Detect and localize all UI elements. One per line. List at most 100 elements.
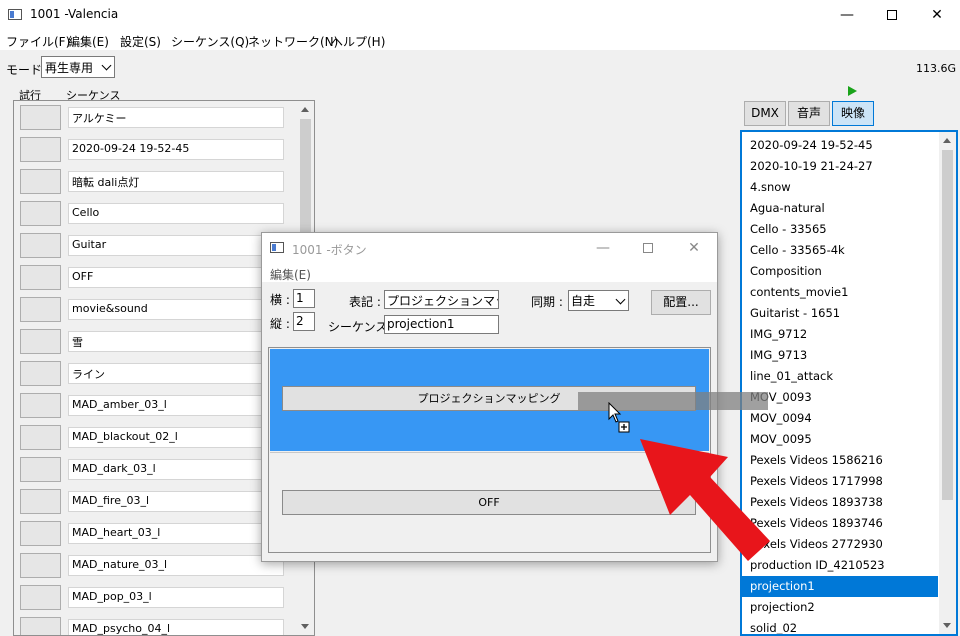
sequence-field[interactable]: MAD_psycho_04_l — [68, 619, 284, 635]
try-button[interactable] — [20, 361, 61, 386]
sequence-field[interactable]: Guitar — [68, 235, 284, 256]
list-item[interactable]: 2020-09-24 19-52-45 — [742, 135, 938, 156]
sequence-field[interactable]: MAD_blackout_02_l — [68, 427, 284, 448]
try-button[interactable] — [20, 201, 61, 226]
scroll-up-icon[interactable] — [301, 107, 309, 112]
try-button[interactable] — [20, 393, 61, 418]
sequence-field[interactable]: 雪 — [68, 331, 284, 352]
list-item: ライン — [18, 361, 293, 387]
list-item[interactable]: Guitarist - 1651 — [742, 303, 938, 324]
tab-video[interactable]: 映像 — [832, 101, 874, 126]
list-item[interactable]: IMG_9713 — [742, 345, 938, 366]
list-item[interactable]: Agua-natural — [742, 198, 938, 219]
try-button[interactable] — [20, 553, 61, 578]
list-item: MAD_pop_03_l — [18, 585, 293, 611]
layout-button[interactable]: 配置... — [651, 290, 711, 315]
try-button[interactable] — [20, 329, 61, 354]
try-button[interactable] — [20, 169, 61, 194]
sequence-field[interactable]: 暗転 dali点灯 — [68, 171, 284, 192]
storage-free: 113.6G — [915, 62, 956, 75]
try-button[interactable] — [20, 457, 61, 482]
scroll-up-icon[interactable] — [943, 138, 951, 143]
list-item: MAD_dark_03_l — [18, 457, 293, 483]
menu-edit[interactable]: 編集(E) — [68, 33, 109, 50]
close-button[interactable]: ✕ — [671, 233, 717, 263]
sync-select[interactable]: 自走 — [568, 290, 629, 311]
minimize-button[interactable]: — — [824, 0, 870, 30]
scroll-down-icon[interactable] — [301, 624, 309, 629]
sequence-field[interactable]: MAD_amber_03_l — [68, 395, 284, 416]
sequence-field[interactable]: アルケミー — [68, 107, 284, 128]
sequence-field[interactable]: Cello — [68, 203, 284, 224]
list-item-selected[interactable]: projection1 — [742, 576, 938, 597]
list-item[interactable]: Composition — [742, 261, 938, 282]
media-scrollbar[interactable] — [939, 132, 956, 634]
sequence-field[interactable]: ライン — [68, 363, 284, 384]
try-button[interactable] — [20, 617, 61, 635]
cols-field[interactable]: 1 — [293, 289, 315, 308]
maximize-button[interactable] — [869, 0, 915, 30]
display-label: 表記 : — [349, 295, 381, 309]
rows-field[interactable]: 2 — [293, 312, 315, 331]
scrollbar-thumb[interactable] — [942, 150, 953, 500]
maximize-icon — [643, 243, 653, 253]
try-button[interactable] — [20, 585, 61, 610]
list-item[interactable]: Cello - 33565-4k — [742, 240, 938, 261]
scrollbar-thumb[interactable] — [300, 119, 311, 239]
minimize-button[interactable]: — — [580, 233, 626, 263]
try-button[interactable] — [20, 233, 61, 258]
drag-ghost — [578, 392, 768, 410]
try-button[interactable] — [20, 265, 61, 290]
menu-edit[interactable]: 編集(E) — [270, 266, 311, 283]
tab-audio[interactable]: 音声 — [788, 101, 830, 126]
list-item: アルケミー — [18, 105, 293, 131]
sequence-field[interactable]: MAD_dark_03_l — [68, 459, 284, 480]
list-item[interactable]: contents_movie1 — [742, 282, 938, 303]
dialog-title: 1001 -ボタン — [292, 243, 367, 257]
list-item[interactable]: Cello - 33565 — [742, 219, 938, 240]
menu-network[interactable]: ネットワーク(N) — [248, 33, 338, 50]
list-item[interactable]: line_01_attack — [742, 366, 938, 387]
cols-label: 横 : — [270, 293, 290, 307]
mode-select[interactable]: 再生専用 — [41, 56, 115, 78]
list-item[interactable]: solid_02 — [742, 618, 938, 634]
sequence-field[interactable]: MAD_pop_03_l — [68, 587, 284, 608]
menu-sequence[interactable]: シーケンス(Q) — [171, 33, 249, 50]
try-button[interactable] — [20, 489, 61, 514]
cursor-icon — [608, 402, 630, 433]
app-icon — [270, 242, 284, 253]
sequence-field[interactable]: movie&sound — [68, 299, 284, 320]
play-icon — [848, 86, 857, 96]
sync-value: 自走 — [571, 294, 596, 308]
maximize-button[interactable] — [625, 233, 671, 263]
list-item: 2020-09-24 19-52-45 — [18, 137, 293, 163]
sequence-field[interactable]: OFF — [68, 267, 284, 288]
display-field[interactable]: プロジェクションマッピング — [384, 290, 499, 309]
sequence-field[interactable]: 2020-09-24 19-52-45 — [68, 139, 284, 160]
try-button[interactable] — [20, 425, 61, 450]
try-button[interactable] — [20, 297, 61, 322]
app-icon — [8, 9, 22, 20]
menu-settings[interactable]: 設定(S) — [120, 33, 161, 50]
sequence-field[interactable]: projection1 — [384, 315, 499, 334]
close-button[interactable]: ✕ — [914, 0, 960, 30]
chevron-down-icon — [101, 60, 112, 71]
list-item[interactable]: MOV_0093 — [742, 387, 938, 408]
try-button[interactable] — [20, 521, 61, 546]
sequence-field[interactable]: MAD_fire_03_l — [68, 491, 284, 512]
sequence-field[interactable]: MAD_heart_03_l — [68, 523, 284, 544]
list-item[interactable]: IMG_9712 — [742, 324, 938, 345]
menu-help[interactable]: ヘルプ(H) — [331, 33, 385, 50]
sequence-field[interactable]: MAD_nature_03_l — [68, 555, 284, 576]
menu-file[interactable]: ファイル(F) — [6, 33, 70, 50]
try-button[interactable] — [20, 137, 61, 162]
list-item[interactable]: 2020-10-19 21-24-27 — [742, 156, 938, 177]
dialog-title-bar: 1001 -ボタン — ✕ — [262, 233, 717, 263]
scroll-down-icon[interactable] — [943, 623, 951, 628]
list-item: Cello — [18, 201, 293, 227]
list-item[interactable]: projection2 — [742, 597, 938, 618]
list-item[interactable]: 4.snow — [742, 177, 938, 198]
try-button[interactable] — [20, 105, 61, 130]
chevron-down-icon — [615, 294, 626, 305]
tab-dmx[interactable]: DMX — [744, 101, 786, 126]
